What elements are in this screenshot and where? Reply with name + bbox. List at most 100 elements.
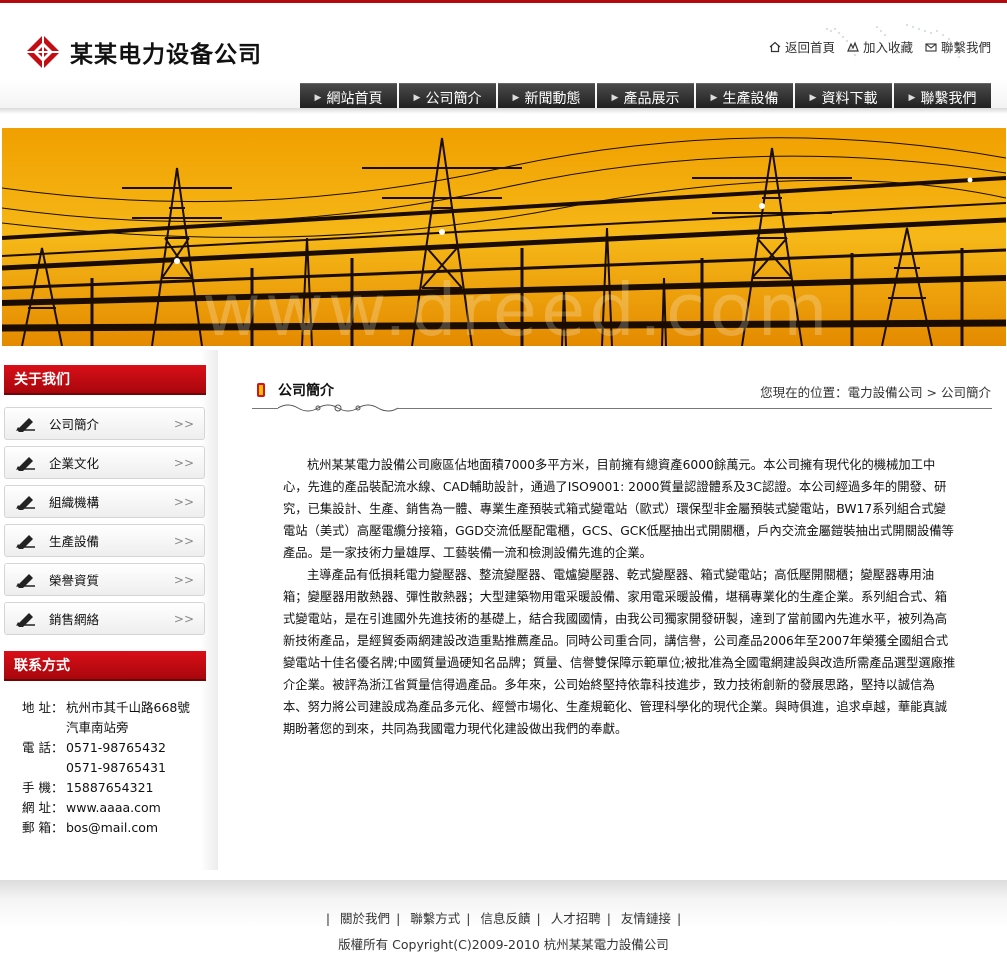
nav-contact[interactable]: ▶ 聯繫我們 (894, 83, 991, 111)
logo-diamond-icon (26, 35, 60, 69)
company-intro-article: 杭州某某電力設備公司廠區佔地面積7000多平方米，目前擁有總資產6000餘萬元。… (283, 454, 958, 740)
double-chevron-icon: >> (173, 494, 194, 509)
nav-label: 生產設備 (722, 90, 779, 107)
paragraph-1: 杭州某某電力設備公司廠區佔地面積7000多平方米，目前擁有總資產6000餘萬元。… (283, 458, 954, 560)
sidebar-item-label: 企業文化 (49, 456, 100, 471)
banner-watermark: www.dreed.com (202, 268, 832, 346)
phone-label: 電 話： (22, 740, 64, 755)
site-header: 某某电力设备公司 返回首頁 加入收藏 聯繫我們 ▶ 網站首頁 ▶ 公司簡介 ▶ … (0, 3, 1007, 113)
nav-arrow-icon: ▶ (314, 92, 322, 103)
sidebar-item-culture[interactable]: 企業文化 >> (4, 446, 205, 479)
home-link[interactable]: 返回首頁 (769, 37, 835, 56)
nav-arrow-icon: ▶ (710, 92, 718, 103)
mobile-number: 15887654321 (66, 780, 154, 795)
phone-row-2: 0571-98765431 (22, 758, 190, 778)
nav-label: 聯繫我們 (920, 90, 977, 107)
sidebar-item-sales-network[interactable]: 銷售網絡 >> (4, 602, 205, 635)
sidebar-item-label: 銷售網絡 (49, 612, 100, 627)
contact-link[interactable]: 聯繫我們 (925, 37, 991, 56)
double-chevron-icon: >> (173, 611, 194, 626)
pen-icon (16, 612, 35, 627)
breadcrumb: 您現在的位置：電力設備公司 > 公司簡介 (760, 385, 991, 400)
sidebar-item-company-intro[interactable]: 公司簡介 >> (4, 407, 205, 440)
mail-icon (925, 42, 937, 52)
address-line-1: 杭州市其千山路668號 (66, 700, 190, 715)
phone-1: 0571-98765432 (66, 740, 166, 755)
sidebar-item-label: 公司簡介 (49, 417, 100, 432)
sidebar: 关于我们 公司簡介 >> 企業文化 >> 組織機構 >> 生產設備 >> 榮譽資… (0, 350, 218, 870)
contact-info: 地 址： 杭州市其千山路668號 汽車南站旁 電 話： 0571-9876543… (22, 698, 190, 838)
main-nav: ▶ 網站首頁 ▶ 公司簡介 ▶ 新聞動態 ▶ 產品展示 ▶ 生產設備 ▶ 資料下載 ▶ 聯繫我… (300, 83, 991, 111)
nav-label: 新聞動態 (524, 90, 581, 107)
bookmark-link[interactable]: 加入收藏 (847, 37, 913, 56)
footer-link-about[interactable]: 關於我們 (340, 911, 390, 926)
email-label: 郵 箱： (22, 820, 64, 835)
home-icon (769, 41, 781, 52)
about-heading: 关于我们 (4, 365, 206, 395)
contact-heading: 联系方式 (4, 651, 206, 681)
sidebar-item-organization[interactable]: 組織機構 >> (4, 485, 205, 518)
nav-label: 產品展示 (623, 90, 680, 107)
footer-link-contact[interactable]: 聯繫方式 (410, 911, 460, 926)
web-label: 網 址： (22, 800, 64, 815)
bookmark-link-label: 加入收藏 (862, 40, 913, 55)
site-footer: | 關於我們 | 聯繫方式 | 信息反饋 | 人才招聘 | 友情鏈接 | 版權所有 Cop… (0, 880, 1007, 974)
content-header: 公司簡介 您現在的位置：電力設備公司 > 公司簡介 (248, 370, 993, 414)
mobile-row: 手 機： 15887654321 (22, 778, 190, 798)
sidebar-item-label: 組織機構 (49, 495, 100, 510)
nav-home[interactable]: ▶ 網站首頁 (300, 83, 397, 111)
nav-equipment[interactable]: ▶ 生產設備 (696, 83, 793, 111)
pen-icon (16, 456, 35, 471)
nav-shadow (0, 108, 1007, 114)
web-address: www.aaaa.com (66, 800, 161, 815)
nav-products[interactable]: ▶ 產品展示 (597, 83, 694, 111)
phone-row: 電 話： 0571-98765432 (22, 738, 190, 758)
pen-icon (16, 534, 35, 549)
double-chevron-icon: >> (173, 572, 194, 587)
company-name: 某某电力设备公司 (70, 41, 262, 68)
mobile-label: 手 機： (22, 780, 64, 795)
nav-label: 公司簡介 (425, 90, 482, 107)
sidebar-item-honors[interactable]: 榮譽資質 >> (4, 563, 205, 596)
nav-label: 網站首頁 (326, 90, 383, 107)
sidebar-item-label: 榮譽資質 (49, 573, 100, 588)
page-title: 公司簡介 (278, 383, 334, 399)
nav-arrow-icon: ▶ (413, 92, 421, 103)
nav-downloads[interactable]: ▶ 資料下載 (795, 83, 892, 111)
section-marker-icon (257, 383, 265, 397)
sidebar-item-label: 生產設備 (49, 534, 100, 549)
footer-link-feedback[interactable]: 信息反饋 (480, 911, 530, 926)
copyright: 版權所有 Copyright(C)2009-2010 杭州某某電力設備公司 (338, 937, 669, 952)
address-label: 地 址： (22, 700, 64, 715)
email-address: bos@mail.com (66, 820, 159, 835)
pen-icon (16, 573, 35, 588)
pen-icon (16, 417, 35, 432)
hero-banner: www.dreed.com (2, 128, 1006, 346)
paragraph-2: 主導產品有低損耗電力變壓器、整流變壓器、電爐變壓器、乾式變壓器、箱式變電站；高低… (283, 568, 956, 736)
nav-arrow-icon: ▶ (512, 92, 520, 103)
phone-2: 0571-98765431 (66, 760, 166, 775)
pen-icon (16, 495, 35, 510)
address-row-2: 汽車南站旁 (22, 718, 190, 738)
double-chevron-icon: >> (173, 455, 194, 470)
top-links: 返回首頁 加入收藏 聯繫我們 (769, 37, 991, 56)
double-chevron-icon: >> (173, 533, 194, 548)
sidebar-item-equipment[interactable]: 生產設備 >> (4, 524, 205, 557)
footer-link-friends[interactable]: 友情鏈接 (621, 911, 671, 926)
contact-link-label: 聯繫我們 (940, 40, 991, 55)
nav-arrow-icon: ▶ (611, 92, 619, 103)
footer-link-careers[interactable]: 人才招聘 (551, 911, 601, 926)
nav-news[interactable]: ▶ 新聞動態 (498, 83, 595, 111)
ornament-divider-icon (278, 402, 398, 414)
site-logo[interactable]: 某某电力设备公司 (24, 33, 262, 71)
nav-arrow-icon: ▶ (908, 92, 916, 103)
nav-arrow-icon: ▶ (809, 92, 817, 103)
home-link-label: 返回首頁 (784, 40, 835, 55)
double-chevron-icon: >> (173, 416, 194, 431)
bookmark-icon (847, 40, 859, 52)
nav-about[interactable]: ▶ 公司簡介 (399, 83, 496, 111)
nav-label: 資料下載 (821, 90, 878, 107)
email-row: 郵 箱： bos@mail.com (22, 818, 190, 838)
address-line-2: 汽車南站旁 (66, 720, 129, 735)
web-row: 網 址： www.aaaa.com (22, 798, 190, 818)
